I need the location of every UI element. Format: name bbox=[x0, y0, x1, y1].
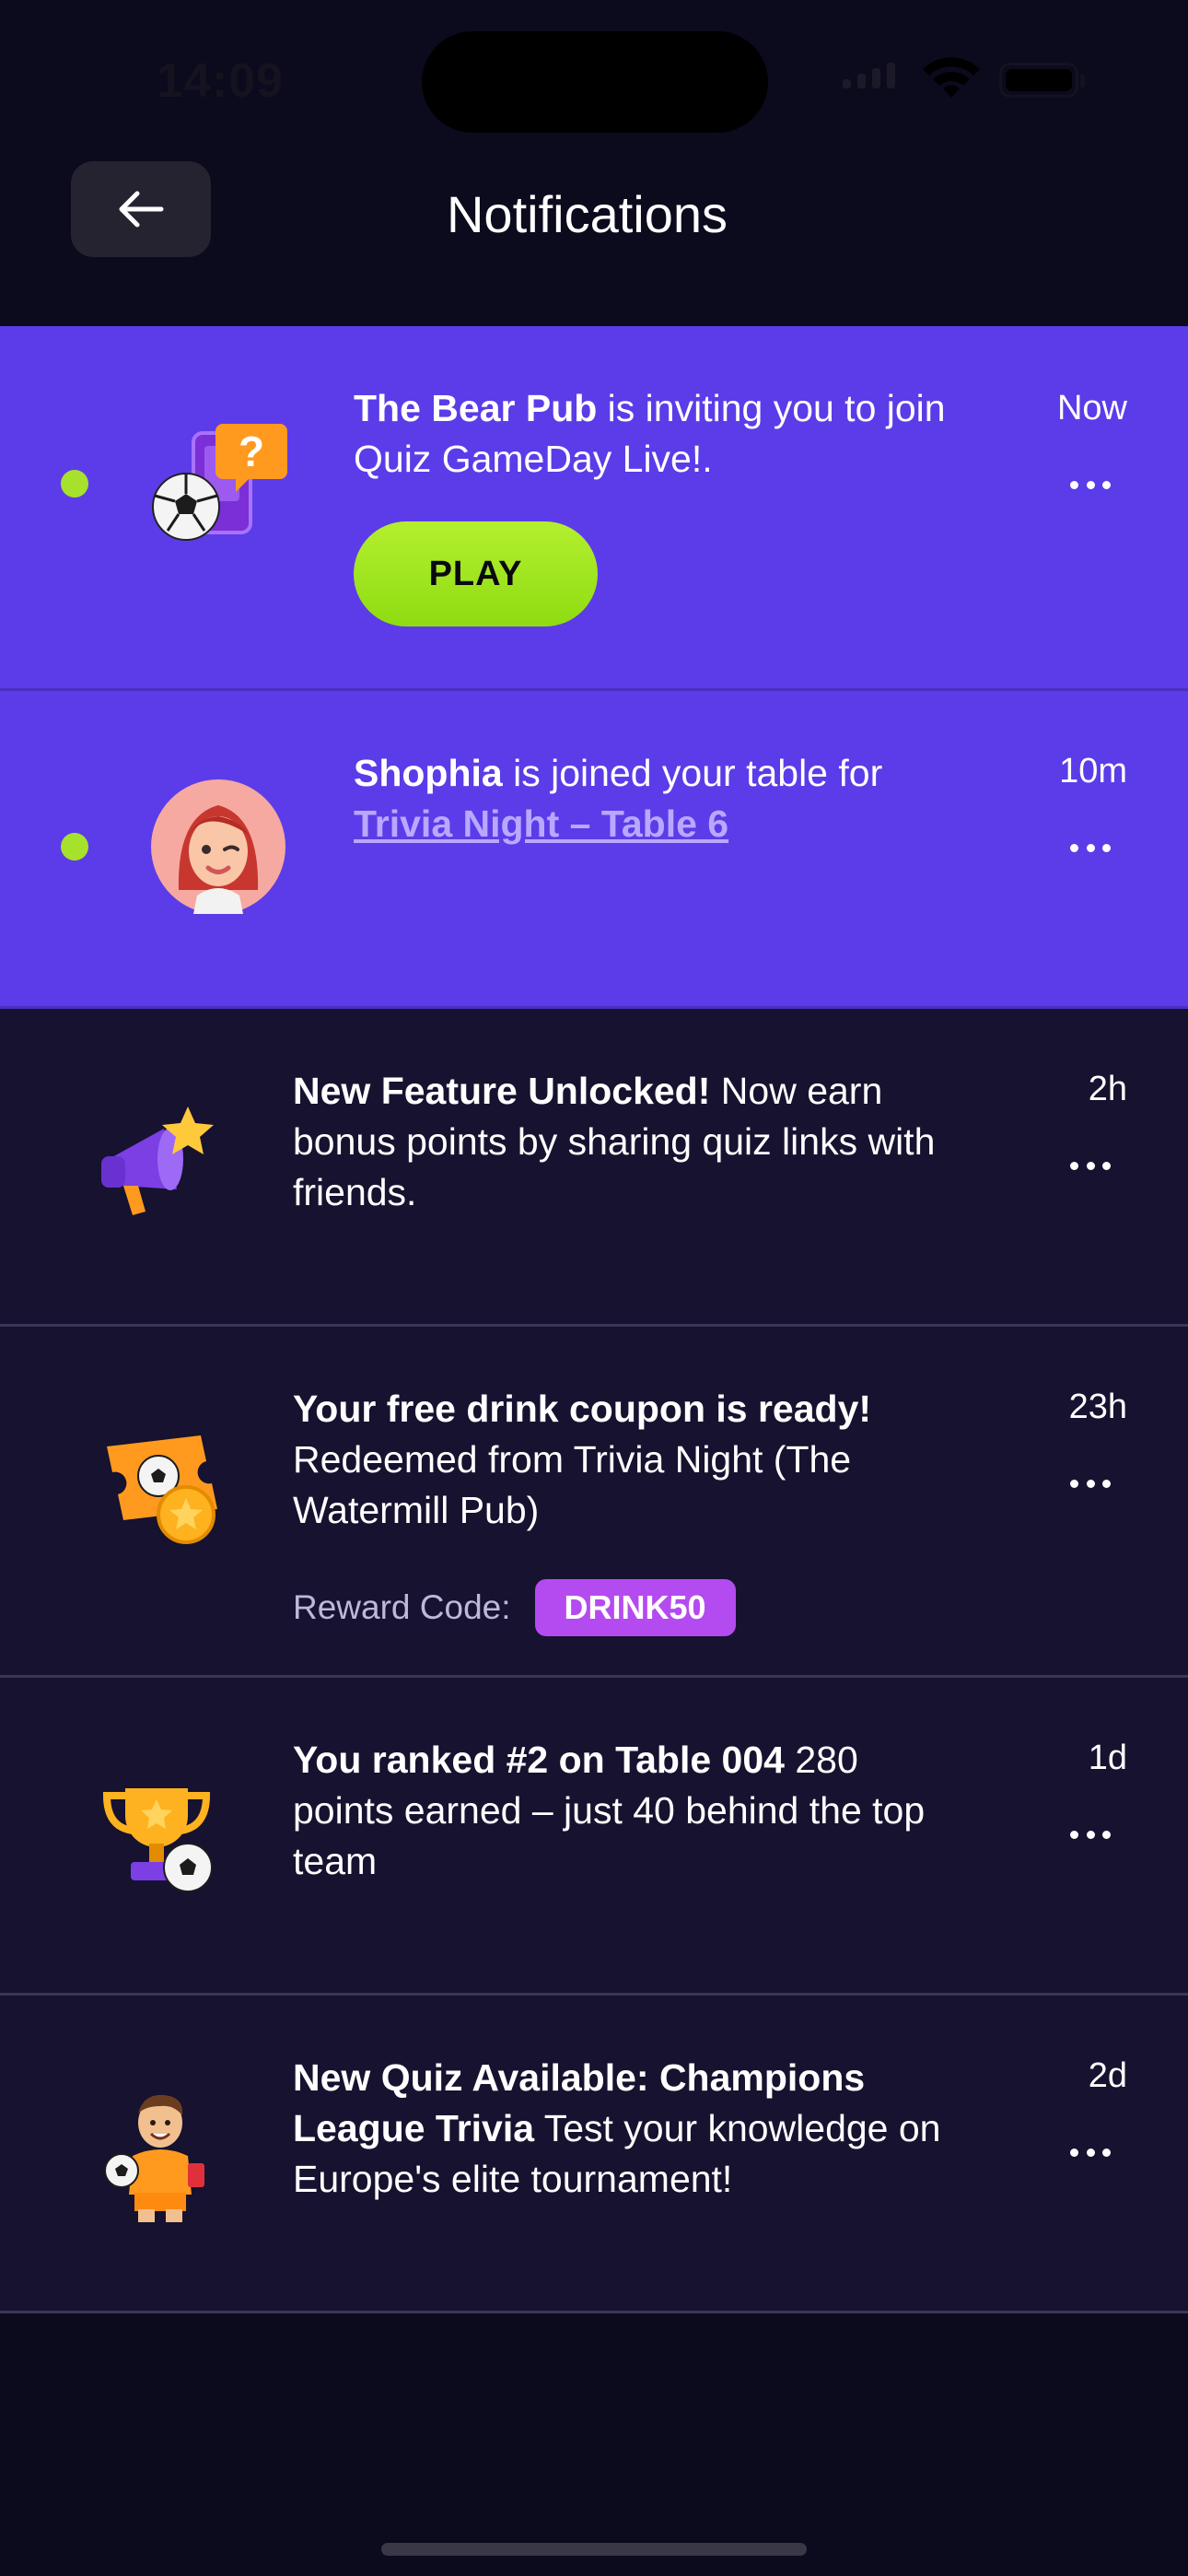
notification-list: ? The Bear Pub is inviting you to join Q… bbox=[0, 326, 1188, 2313]
notification-time: 2d bbox=[1088, 2056, 1127, 2095]
avatar bbox=[151, 779, 285, 914]
footballer-character-icon bbox=[104, 2094, 204, 2222]
wifi-icon bbox=[923, 57, 980, 98]
status-bar: 14:09 bbox=[0, 0, 1188, 157]
notification-text: Shophia is joined your table for Trivia … bbox=[354, 752, 883, 845]
svg-text:?: ? bbox=[239, 427, 264, 475]
trophy-ball-icon bbox=[102, 1788, 213, 1892]
more-options-icon[interactable] bbox=[1070, 1831, 1111, 1842]
notification-time: 10m bbox=[1059, 752, 1127, 790]
header: Notifications bbox=[0, 157, 1188, 327]
unread-dot bbox=[61, 833, 88, 861]
more-options-icon[interactable] bbox=[1070, 1480, 1111, 1491]
home-indicator[interactable] bbox=[381, 2543, 807, 2556]
notification-item[interactable]: New Feature Unlocked! Now earn bonus poi… bbox=[0, 1009, 1188, 1327]
notification-item[interactable]: New Quiz Available: Champions League Tri… bbox=[0, 1996, 1188, 2313]
notification-time: 1d bbox=[1088, 1739, 1127, 1777]
more-options-icon[interactable] bbox=[1070, 481, 1111, 492]
megaphone-star-icon bbox=[101, 1107, 214, 1215]
unread-dot bbox=[61, 470, 88, 498]
notification-time: 2h bbox=[1088, 1070, 1127, 1108]
play-button[interactable]: PLAY bbox=[354, 521, 598, 626]
reward-row: Reward Code: DRINK50 bbox=[293, 1579, 736, 1636]
notification-text: New Quiz Available: Champions League Tri… bbox=[293, 2056, 941, 2200]
reward-label: Reward Code: bbox=[293, 1588, 511, 1626]
dynamic-island bbox=[422, 31, 768, 133]
status-time: 14:09 bbox=[157, 54, 284, 108]
notification-item[interactable]: ? The Bear Pub is inviting you to join Q… bbox=[0, 326, 1188, 691]
soccer-question-icon: ? bbox=[152, 424, 287, 541]
more-options-icon[interactable] bbox=[1070, 2149, 1111, 2160]
notification-text: Your free drink coupon is ready! Redeeme… bbox=[293, 1388, 872, 1531]
more-options-icon[interactable] bbox=[1070, 1162, 1111, 1173]
reward-code-badge[interactable]: DRINK50 bbox=[534, 1579, 736, 1636]
notification-item[interactable]: You ranked #2 on Table 004 280 points ea… bbox=[0, 1678, 1188, 1996]
more-options-icon[interactable] bbox=[1070, 844, 1111, 855]
notification-text: The Bear Pub is inviting you to join Qui… bbox=[354, 387, 946, 480]
table-link[interactable]: Trivia Night – Table 6 bbox=[354, 802, 728, 845]
ticket-coin-icon bbox=[107, 1435, 217, 1544]
notification-item[interactable]: Shophia is joined your table for Trivia … bbox=[0, 691, 1188, 1009]
battery-icon bbox=[999, 63, 1085, 98]
notification-time: Now bbox=[1056, 389, 1127, 427]
notification-text: You ranked #2 on Table 004 280 points ea… bbox=[293, 1739, 926, 1882]
notification-text: New Feature Unlocked! Now earn bonus poi… bbox=[293, 1070, 936, 1213]
page-title: Notifications bbox=[446, 185, 728, 243]
notification-item[interactable]: Your free drink coupon is ready! Redeeme… bbox=[0, 1327, 1188, 1678]
notification-time: 23h bbox=[1068, 1388, 1127, 1426]
